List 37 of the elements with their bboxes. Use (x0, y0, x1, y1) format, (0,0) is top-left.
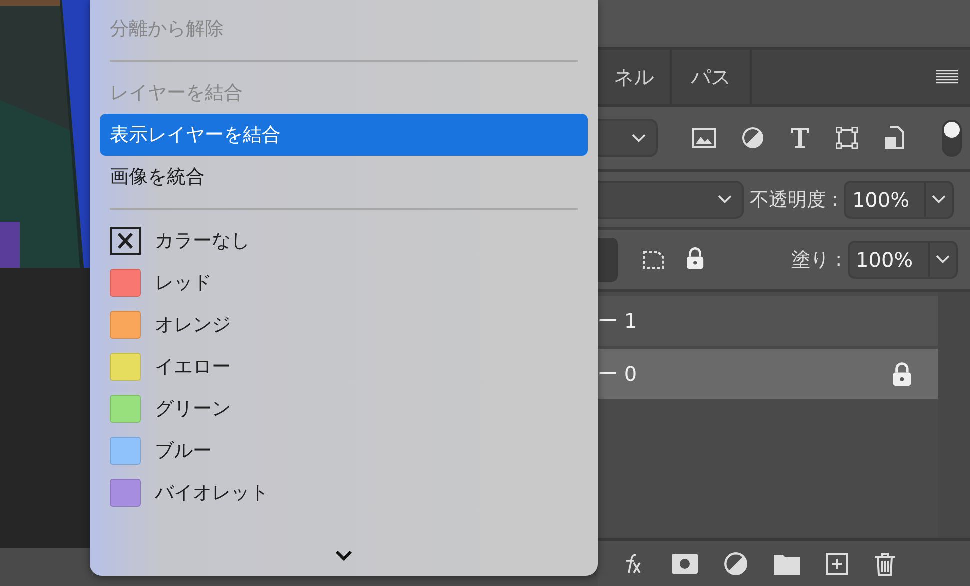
layer-name: ー 0 (598, 360, 638, 388)
chevron-down-icon (632, 134, 646, 142)
menu-icon[interactable] (936, 69, 958, 85)
menu-item[interactable]: 表示レイヤーを結合 (100, 114, 588, 156)
chevron-down-icon[interactable] (335, 550, 353, 562)
chevron-down-icon (718, 195, 732, 204)
menu-item[interactable]: グリーン (155, 396, 231, 422)
fill-label: 塗り : (792, 248, 842, 272)
chevron-down-icon (936, 255, 950, 264)
layer-name: ー 1 (598, 308, 638, 334)
transform-icon[interactable] (836, 127, 858, 149)
layer-row[interactable]: ー 0 (598, 349, 938, 399)
mask-icon[interactable] (672, 554, 698, 574)
lock-icon (686, 246, 705, 268)
half-circle-icon[interactable] (724, 552, 748, 576)
text-icon[interactable] (790, 127, 810, 149)
lock-icon (892, 362, 912, 386)
filter-toggle[interactable] (942, 120, 962, 156)
half-circle-icon[interactable] (742, 127, 764, 149)
fill-field[interactable]: 100% (848, 240, 958, 278)
menu-item[interactable]: イエロー (155, 354, 231, 380)
no-color-icon (110, 227, 141, 255)
opacity-field[interactable]: 100% (844, 180, 954, 218)
menu-item[interactable]: 画像を統合 (100, 156, 588, 198)
menu-item[interactable]: レッド (155, 270, 212, 296)
menu-item[interactable]: オレンジ (155, 312, 231, 338)
trash-icon[interactable] (874, 552, 896, 576)
opacity-label: 不透明度 : (750, 188, 838, 212)
chevron-down-icon (932, 195, 946, 204)
menu-item[interactable]: カラーなし (155, 228, 250, 254)
new-layer-icon[interactable] (826, 552, 848, 574)
image-icon[interactable] (692, 128, 716, 148)
menu-item[interactable]: バイオレット (155, 480, 269, 506)
folder-icon[interactable] (774, 552, 800, 574)
document-icon[interactable] (884, 126, 904, 150)
layer-row[interactable]: ー 1 (598, 296, 938, 346)
menu-item[interactable]: ブルー (155, 438, 212, 464)
